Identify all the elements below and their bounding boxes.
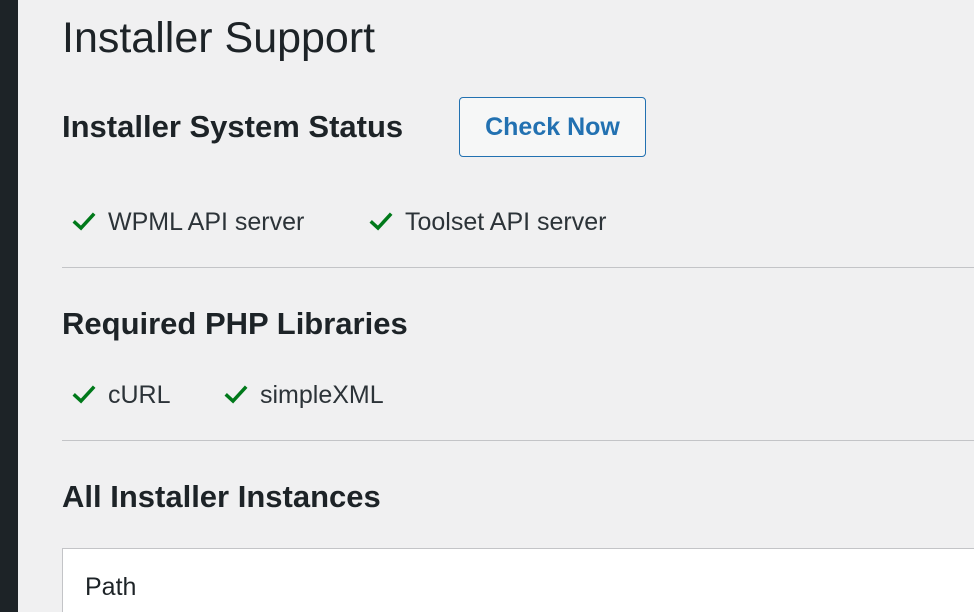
wpml-api-status-label: WPML API server	[108, 207, 305, 236]
system-status-heading: Installer System Status	[62, 109, 404, 144]
installer-instances-table: Path	[62, 548, 974, 612]
simplexml-library-status: simpleXML	[224, 377, 384, 413]
checkmark-icon	[224, 385, 248, 404]
simplexml-library-label: simpleXML	[260, 380, 384, 409]
toolset-api-status-label: Toolset API server	[405, 207, 607, 236]
checkmark-icon	[72, 212, 96, 231]
php-libraries-heading: Required PHP Libraries	[62, 306, 408, 341]
section-divider	[62, 267, 974, 268]
curl-library-status: cURL	[72, 377, 171, 413]
toolset-api-status: Toolset API server	[369, 204, 606, 240]
path-column-header: Path	[85, 573, 137, 601]
wpml-api-status: WPML API server	[72, 204, 304, 240]
section-divider	[62, 440, 974, 441]
admin-sidebar	[0, 0, 18, 612]
installer-instances-heading: All Installer Instances	[62, 479, 381, 514]
checkmark-icon	[369, 212, 393, 231]
page-title: Installer Support	[62, 14, 376, 62]
checkmark-icon	[72, 385, 96, 404]
check-now-button[interactable]: Check Now	[459, 97, 646, 157]
installer-support-page: Installer Support Installer System Statu…	[62, 0, 974, 612]
curl-library-label: cURL	[108, 380, 171, 409]
